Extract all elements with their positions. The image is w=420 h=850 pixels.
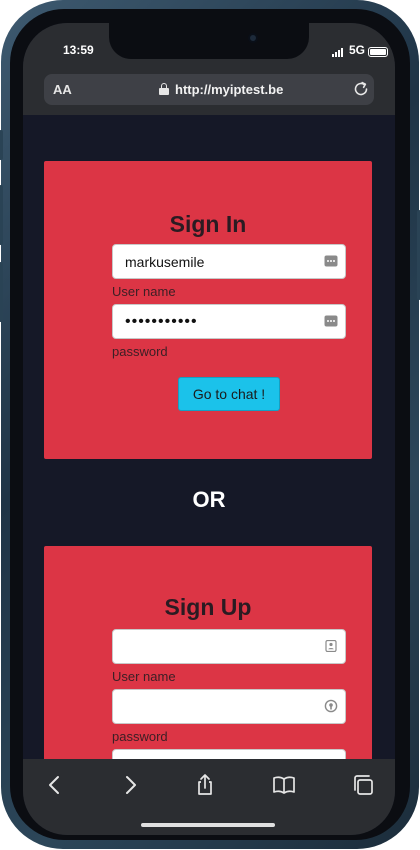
address-bar[interactable]: AA http://myiptest.be <box>44 74 374 105</box>
phone-side-button <box>0 130 3 160</box>
sign-in-title: Sign In <box>169 211 247 237</box>
location-key-icon[interactable] <box>324 699 338 713</box>
network-type: 5G <box>349 43 366 57</box>
password-keys-icon[interactable] <box>324 255 338 267</box>
sign-in-username-input[interactable]: markusemile <box>112 244 346 279</box>
go-to-chat-button[interactable]: Go to chat ! <box>178 377 280 411</box>
sign-in-password-value: ••••••••••• <box>125 313 198 330</box>
screen: 13:59 5G AA http://myiptest.be Sign In m… <box>23 23 395 835</box>
signal-bars-icon <box>332 47 346 57</box>
password-keys-icon[interactable] <box>324 315 338 327</box>
url-text[interactable]: http://myiptest.be <box>175 82 283 97</box>
or-separator: OR <box>192 487 226 512</box>
home-indicator[interactable] <box>141 823 275 827</box>
phone-volume-down-button <box>0 262 3 322</box>
sign-up-title: Sign Up <box>164 594 252 620</box>
sign-up-card: Sign Up User name password <box>44 546 372 759</box>
phone-volume-up-button <box>0 185 3 245</box>
notch <box>109 23 309 59</box>
forward-icon[interactable] <box>118 773 142 797</box>
screen-bezel: 13:59 5G AA http://myiptest.be Sign In m… <box>10 9 410 840</box>
back-icon[interactable] <box>43 773 67 797</box>
reader-mode-button[interactable]: AA <box>53 82 72 97</box>
sign-up-password-input[interactable] <box>112 689 346 724</box>
sign-in-card: Sign In markusemile User name ••••••••••… <box>44 161 372 459</box>
reload-icon[interactable] <box>352 80 370 98</box>
phone-frame: 13:59 5G AA http://myiptest.be Sign In m… <box>0 0 420 849</box>
browser-toolbar <box>23 759 395 835</box>
sign-in-password-input[interactable]: ••••••••••• <box>112 304 346 339</box>
tabs-icon[interactable] <box>351 773 375 797</box>
sign-in-password-label: password <box>112 344 168 359</box>
status-time: 13:59 <box>63 43 94 57</box>
sign-in-username-value: markusemile <box>125 254 205 270</box>
sign-in-username-label: User name <box>112 284 176 299</box>
browser-chrome: 13:59 5G AA http://myiptest.be <box>23 23 395 115</box>
camera-icon <box>248 33 258 43</box>
contact-card-icon[interactable] <box>324 640 338 652</box>
battery-icon <box>368 47 388 57</box>
sign-up-third-input[interactable] <box>112 749 346 759</box>
sign-up-username-label: User name <box>112 669 176 684</box>
lock-icon <box>159 83 169 95</box>
share-icon[interactable] <box>193 773 217 797</box>
sign-up-username-input[interactable] <box>112 629 346 664</box>
sign-up-password-label: password <box>112 729 168 744</box>
page-content: Sign In markusemile User name ••••••••••… <box>23 115 395 759</box>
bookmarks-icon[interactable] <box>272 773 296 797</box>
